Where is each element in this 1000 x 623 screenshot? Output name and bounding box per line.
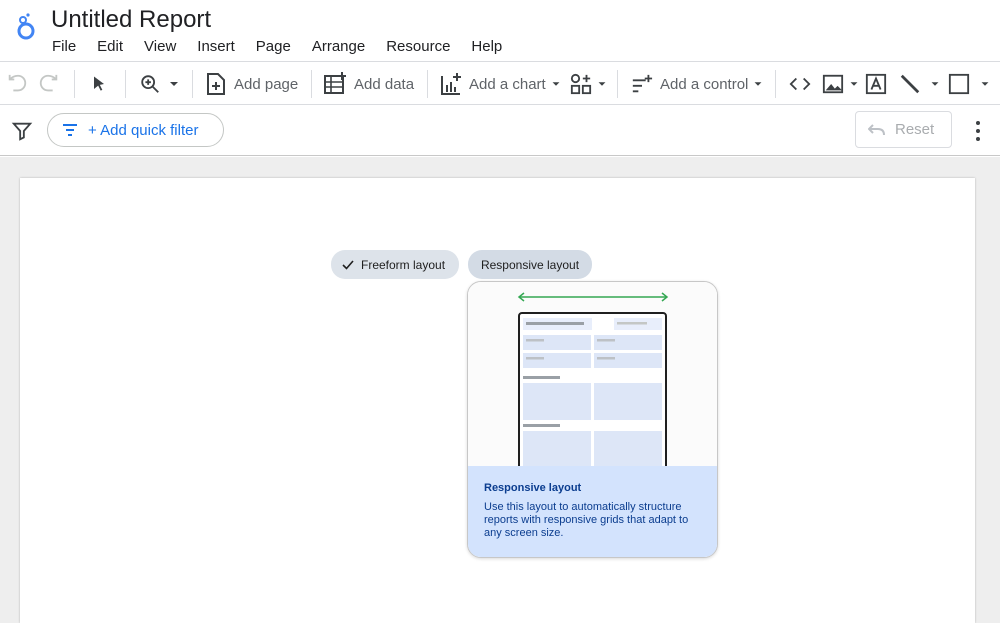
menu-page[interactable]: Page (256, 37, 291, 57)
report-title[interactable]: Untitled Report (51, 6, 211, 34)
add-data-icon (324, 72, 346, 94)
add-chart-icon (441, 73, 461, 95)
toolbar-divider (311, 70, 312, 98)
reset-button[interactable]: Reset (855, 111, 952, 148)
redo-icon (39, 74, 58, 92)
menu-resource[interactable]: Resource (386, 37, 450, 57)
freeform-layout-option[interactable]: Freeform layout (331, 250, 459, 279)
menu-insert[interactable]: Insert (197, 37, 235, 57)
add-chart-label: Add a chart (469, 75, 546, 93)
menu-help[interactable]: Help (471, 37, 502, 57)
chevron-down-icon (754, 82, 762, 86)
freeform-layout-label: Freeform layout (361, 257, 446, 272)
toolbar: Add page Add data Add a chart Add a cont… (0, 61, 1000, 105)
embed-url-button[interactable] (788, 70, 812, 98)
add-page-icon (207, 73, 225, 95)
responsive-layout-option[interactable]: Responsive layout (468, 250, 592, 279)
filter-bar: + Add quick filter Reset (0, 105, 1000, 156)
add-quick-filter-label: + Add quick filter (88, 121, 199, 139)
line-button[interactable] (899, 70, 941, 98)
reset-icon (868, 123, 885, 135)
menu-edit[interactable]: Edit (97, 37, 123, 57)
chevron-down-icon (552, 82, 560, 86)
menu-arrange[interactable]: Arrange (312, 37, 365, 57)
chevron-down-icon (170, 82, 178, 86)
preview-info-panel: Responsive layout Use this layout to aut… (468, 466, 717, 557)
more-options-icon[interactable] (968, 119, 988, 143)
toolbar-divider (125, 70, 126, 98)
image-icon (822, 74, 844, 94)
filter-list-icon (63, 124, 77, 136)
components-icon (570, 73, 592, 95)
chevron-down-icon (931, 82, 939, 86)
add-control-icon (632, 74, 653, 93)
add-page-label: Add page (234, 75, 299, 93)
shape-button[interactable] (948, 70, 991, 98)
toolbar-divider (192, 70, 193, 98)
preview-description: Use this layout to automatically structu… (484, 501, 689, 539)
add-control-button[interactable]: Add a control (631, 70, 764, 98)
line-icon (900, 74, 920, 94)
add-component-button[interactable] (570, 70, 608, 98)
select-tool-button[interactable] (89, 70, 109, 98)
toolbar-divider (427, 70, 428, 98)
image-button[interactable] (822, 70, 860, 98)
check-icon (342, 259, 354, 270)
code-icon (789, 77, 811, 91)
add-control-label: Add a control (660, 75, 749, 93)
toolbar-divider (775, 70, 776, 98)
redo-button[interactable] (38, 70, 60, 98)
preview-title: Responsive layout (484, 482, 582, 494)
undo-button[interactable] (6, 70, 28, 98)
add-page-button[interactable]: Add page (205, 70, 298, 98)
menu-file[interactable]: File (52, 37, 76, 57)
chevron-down-icon (850, 82, 858, 86)
cursor-icon (94, 76, 104, 91)
chevron-down-icon (598, 82, 606, 86)
text-box-icon (865, 73, 887, 95)
text-box-button[interactable] (865, 70, 887, 98)
add-data-button[interactable]: Add data (323, 70, 414, 98)
zoom-in-icon (141, 75, 159, 93)
toolbar-divider (617, 70, 618, 98)
menu-view[interactable]: View (144, 37, 176, 57)
add-data-label: Add data (354, 75, 415, 93)
rectangle-icon (948, 73, 970, 95)
undo-icon (8, 74, 27, 92)
reset-label: Reset (895, 121, 935, 138)
add-quick-filter-button[interactable]: + Add quick filter (47, 113, 224, 147)
filter-icon[interactable] (11, 120, 33, 142)
zoom-button[interactable] (139, 70, 181, 98)
responsive-layout-label: Responsive layout (480, 257, 580, 272)
responsive-layout-illustration (468, 282, 717, 474)
toolbar-divider (74, 70, 75, 98)
menu-bar: File Edit View Insert Page Arrange Resou… (52, 37, 523, 57)
looker-studio-logo[interactable] (14, 12, 38, 42)
responsive-layout-preview-card: Responsive layout Use this layout to aut… (467, 281, 718, 558)
chevron-down-icon (981, 82, 989, 86)
add-chart-button[interactable]: Add a chart (440, 70, 562, 98)
